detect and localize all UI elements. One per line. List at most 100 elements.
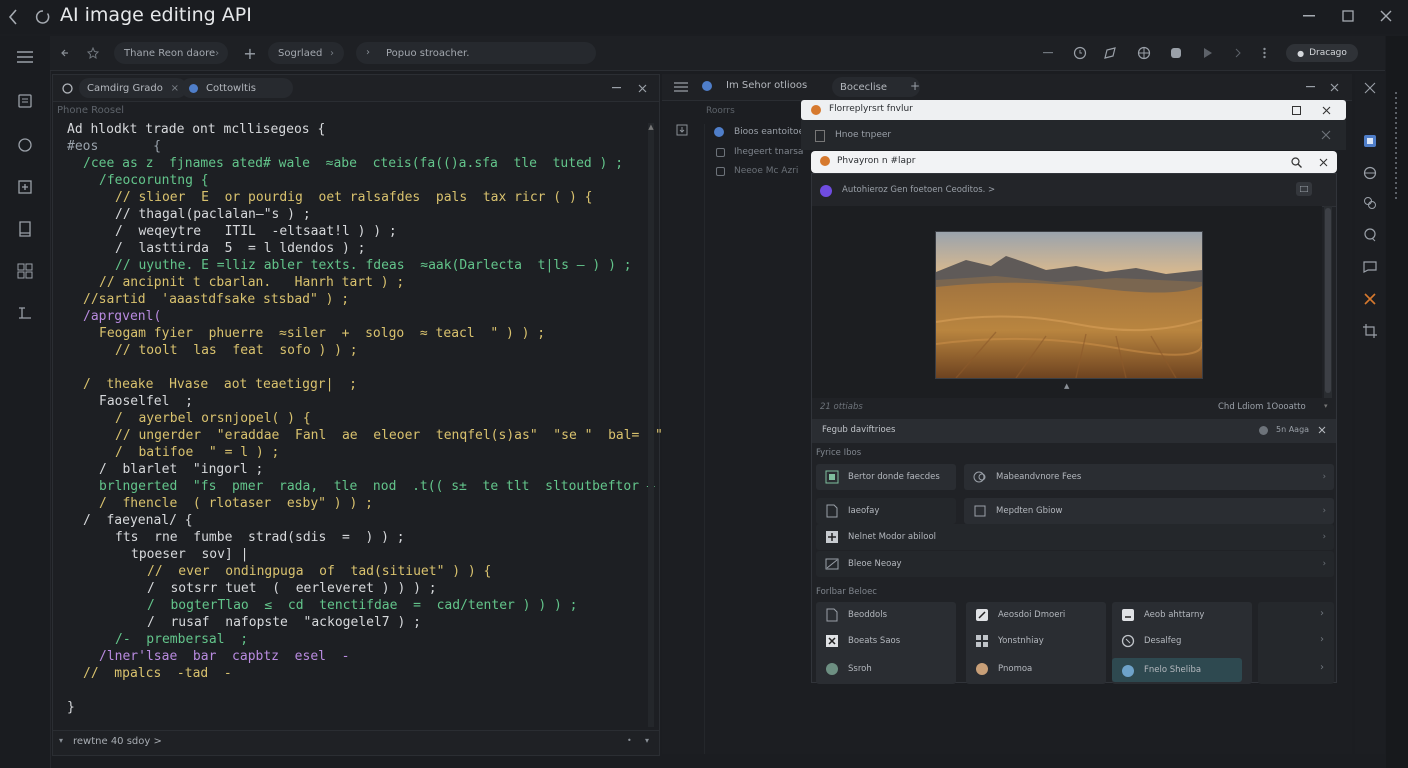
image-canvas[interactable]: ▲ <box>812 206 1322 398</box>
item-dot-icon <box>714 127 724 137</box>
comment-icon[interactable] <box>1361 226 1379 244</box>
path-pill-2[interactable]: Sogrlaed › <box>268 42 344 64</box>
source-control-icon[interactable] <box>14 302 36 324</box>
popup-maximize-icon[interactable] <box>1289 103 1303 117</box>
option-label: Nelnet Modor abilool <box>848 532 937 542</box>
close-tab-icon[interactable]: × <box>171 83 179 94</box>
option-label: Mabeandvnore Fees <box>996 472 1082 482</box>
close-panel-icon[interactable] <box>633 78 651 98</box>
scroll-thumb[interactable] <box>1325 208 1331 393</box>
chat-icon[interactable] <box>14 134 36 156</box>
option-card[interactable]: Mepdten Gbiow › <box>964 498 1334 524</box>
panel-minimize-icon[interactable] <box>1302 79 1318 95</box>
option-card[interactable]: Bertor donde faecdes <box>816 464 956 490</box>
option-card[interactable]: Mabeandvnore Fees › <box>964 464 1334 490</box>
image-search-bar[interactable]: Phvayron n #lapr <box>811 151 1337 173</box>
chevron-right-icon: › <box>1322 472 1326 482</box>
footer-dot-icon: • <box>627 736 632 745</box>
resize-handle-icon[interactable]: ▲ <box>1064 382 1069 390</box>
minimize-panel-icon[interactable] <box>607 78 625 98</box>
option-label: Bleoe Neoay <box>848 559 902 569</box>
option-card[interactable]: Iaeofay <box>816 498 956 524</box>
panel-tab-pill[interactable]: Boceclise <box>832 77 920 97</box>
refresh-icon[interactable] <box>34 7 52 27</box>
collapse-icon[interactable] <box>1361 80 1379 96</box>
list-icon[interactable] <box>672 79 690 95</box>
tool-item[interactable]: Beoddols <box>816 602 956 628</box>
tool-item-selected[interactable]: Fnelo Sheliba <box>1112 658 1242 682</box>
header-action-icon[interactable] <box>1296 182 1312 196</box>
tool-item[interactable]: Aeob ahttarny <box>1112 602 1252 628</box>
book-icon[interactable] <box>14 218 36 240</box>
plus-icon[interactable]: + <box>240 43 260 63</box>
tool-item[interactable]: Pnomoa <box>966 656 1106 682</box>
panel-add-icon[interactable]: + <box>910 79 920 93</box>
nav-back-icon[interactable] <box>56 43 74 63</box>
panel-item[interactable]: Ihegeert tnarsa <box>734 147 803 157</box>
forward-icon[interactable] <box>1228 43 1248 63</box>
back-icon[interactable] <box>4 7 22 27</box>
add-icon[interactable] <box>14 176 36 198</box>
filter-toolbar-label: Fegub daviftrioes <box>822 425 896 435</box>
panel-close-icon[interactable] <box>1326 79 1342 95</box>
puzzle-icon[interactable] <box>1166 43 1186 63</box>
tool-item[interactable]: Desalfeg <box>1112 628 1252 654</box>
account-dot-icon: ● <box>1297 48 1305 58</box>
extensions-icon[interactable] <box>14 260 36 282</box>
link-icon[interactable] <box>1361 194 1379 212</box>
chevron-right-icon: › <box>330 47 334 59</box>
menu-icon[interactable] <box>14 46 36 68</box>
star-icon[interactable] <box>84 43 102 63</box>
search-close-icon[interactable] <box>1316 155 1330 169</box>
filter-close-icon[interactable] <box>1316 424 1328 436</box>
editor-tab-2[interactable]: Cottowltis <box>181 78 293 98</box>
account-button[interactable]: ● Dracago <box>1286 44 1358 62</box>
expand-icon[interactable]: ▾ <box>59 736 63 745</box>
option-row[interactable]: Bleoe Neoay › <box>816 551 1334 577</box>
note-icon[interactable] <box>1100 43 1120 63</box>
path-label-1: Thane Reon daore <box>124 47 216 59</box>
image-scrollbar[interactable] <box>1324 206 1332 398</box>
more-icon[interactable] <box>1254 43 1274 63</box>
files-blue-icon[interactable] <box>1361 132 1379 150</box>
option-row[interactable]: Nelnet Modor abilool › <box>816 524 1334 550</box>
subbar-close-icon[interactable] <box>1319 128 1333 142</box>
tool-item[interactable]: Ssroh <box>816 656 956 682</box>
maximize-icon[interactable] <box>1337 6 1359 26</box>
tool-item[interactable]: Aeosdoi Dmoeri <box>966 602 1106 628</box>
tool-label: Desalfeg <box>1144 636 1182 646</box>
panel-item[interactable]: Bioos eantoitoe <box>734 127 804 137</box>
panel-item[interactable]: Neeoe Mc Azri <box>734 166 798 176</box>
play-icon[interactable] <box>1198 43 1218 63</box>
scroll-up-icon[interactable]: ▲ <box>648 123 654 135</box>
palette-icon[interactable] <box>1361 290 1379 308</box>
minus-icon[interactable] <box>1038 43 1058 63</box>
image-search-input[interactable]: Phvayron n #lapr <box>837 156 915 166</box>
image-editor-header: Autohieroz Gen foetoen Ceoditos. > <box>812 174 1336 207</box>
globe-icon[interactable] <box>1134 43 1154 63</box>
minimize-icon[interactable] <box>1298 6 1320 26</box>
path-pill-1[interactable]: Thane Reon daore › <box>114 42 228 64</box>
footer-chevron-icon[interactable]: ▾ <box>645 736 649 745</box>
crop-icon[interactable] <box>1361 322 1379 340</box>
popup-close-icon[interactable] <box>1319 103 1333 117</box>
tool-item[interactable]: Yonstnhiay <box>966 628 1106 654</box>
landscape-image[interactable] <box>935 231 1203 379</box>
file-dot-icon <box>189 83 198 93</box>
editor-tab-1[interactable]: Camdirg Grado × <box>79 78 187 98</box>
explorer-icon[interactable] <box>14 90 36 112</box>
message-icon[interactable] <box>1361 258 1379 276</box>
close-icon[interactable] <box>1375 6 1397 26</box>
filter-toolbar-value: 5n Aaga <box>1276 425 1310 434</box>
chevron-right-icon: › <box>1320 608 1324 619</box>
magnifier-icon[interactable] <box>1289 155 1303 169</box>
globe-side-icon[interactable] <box>1361 164 1379 182</box>
code-area[interactable]: Ad hlodkt trade ont mcllisegeos {#eos {/… <box>53 121 725 741</box>
tool-item[interactable]: Boeats Saos <box>816 628 956 654</box>
code-line: / fhencle ( rlotaser esby" ) ) ; <box>99 496 373 511</box>
search-bar[interactable]: › Popuo stroacher. <box>356 42 596 64</box>
toggle-dot-icon[interactable] <box>1259 426 1268 435</box>
editor-scrollbar[interactable]: ▲ <box>648 123 654 727</box>
edge-dotted-label <box>1392 92 1400 202</box>
clock-icon[interactable] <box>1070 43 1090 63</box>
